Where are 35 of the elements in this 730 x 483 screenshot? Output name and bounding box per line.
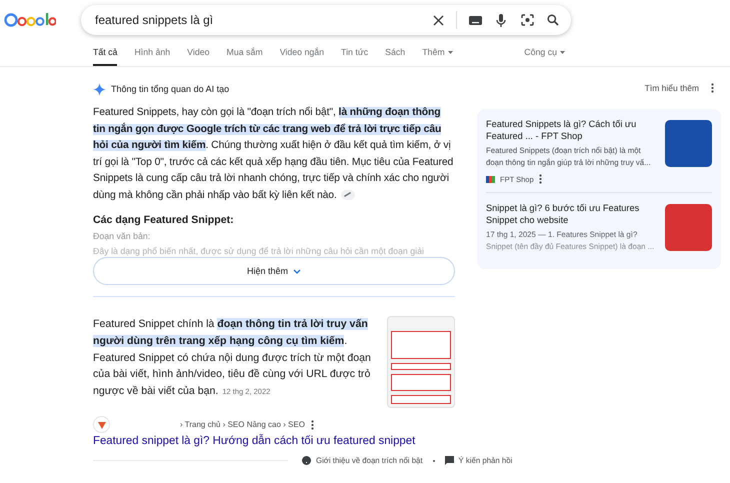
learn-more-link[interactable]: Tìm hiểu thêm (644, 83, 699, 93)
sparkle-icon (93, 82, 106, 96)
more-options-icon[interactable] (538, 174, 542, 184)
triangle-logo-icon (96, 420, 106, 430)
source-title-link[interactable]: Featured Snippets là gì? Cách tối ưu Featured ... - FPT Shop (486, 118, 657, 142)
search-tab[interactable]: Thêm (422, 47, 453, 66)
ai-overview-text: Featured Snippets, hay còn gọi là "đoạn trích nổi bật", là những đoạn thông tin ngắn gọn được Google trích từ các trang web để trả lời trực tiếp câu hỏi của người tìm kiếm. Chúng thường xuất hiện ở đầu kết quả tìm kiếm, ở vị trí gọi là "Top 0", trước cả các kết quả xếp hạng đầu tiên. Mục tiêu của Featured Snippets là cung cấp câu trả lời nhanh chóng, trực tiếp và chính xác cho người dùng mà không cần phải nhấp vào bất kỳ liên kết nào. (93, 106, 454, 202)
more-options-icon[interactable] (310, 420, 314, 430)
chevron-down-icon (293, 268, 302, 274)
search-field[interactable]: featured snippets là gì (93, 12, 420, 28)
ai-overview-heading: Thông tin tổng quan do AI tạo (111, 84, 230, 94)
caret-icon (560, 50, 565, 54)
section-heading: Các dạng Featured Snippet: (93, 214, 235, 226)
separator-dot (432, 460, 435, 462)
faded-text: Đây là dạng phổ biến nhất, được sử dụng để trả lời những câu hỏi cần một đoạn giải (93, 246, 425, 256)
result-title-link[interactable]: Featured snippet là gì? Hướng dẫn cách tối ưu featured snippet (93, 435, 455, 447)
camera-icon[interactable] (519, 12, 535, 28)
search-tab[interactable]: Video (187, 47, 210, 66)
site-logo-icon (486, 176, 495, 182)
search-bar[interactable]: featured snippets là gì (81, 5, 571, 35)
search-tab[interactable]: Hình ảnh (134, 47, 170, 66)
more-options-icon[interactable] (711, 83, 714, 93)
tools-menu[interactable]: Công cụ (524, 47, 565, 66)
source-title-link[interactable]: Snippet là gì? 6 bước tối ưu Features Snippet cho website (486, 202, 657, 226)
search-tab[interactable]: Tin tức (341, 47, 368, 66)
breadcrumb: › Trang chủ › SEO Nâng cao › SEO (180, 420, 305, 429)
show-more-button[interactable]: Hiện thêm (93, 257, 455, 285)
search-tab[interactable]: Video ngắn (280, 47, 324, 66)
search-tab[interactable]: Mua sắm (226, 47, 263, 66)
faded-text: Đoạn văn bản: (93, 231, 152, 241)
search-icon[interactable] (545, 12, 561, 28)
search-tab[interactable]: Sách (385, 47, 406, 66)
help-icon (302, 456, 311, 465)
feedback-icon (444, 456, 454, 465)
search-tab[interactable]: Tất cả (93, 47, 118, 66)
